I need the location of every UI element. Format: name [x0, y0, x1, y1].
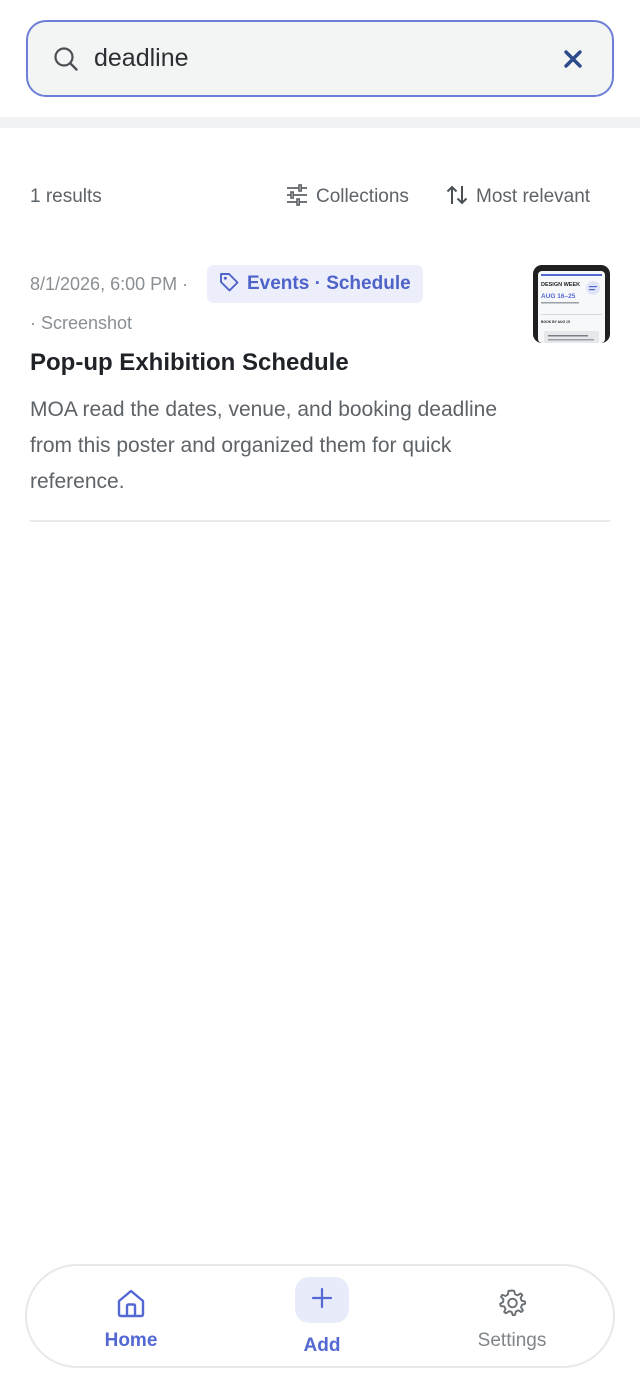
collections-label: Collections: [316, 186, 409, 207]
result-divider: [30, 520, 610, 522]
nav-add[interactable]: Add: [272, 1266, 372, 1366]
sliders-icon: [286, 183, 308, 211]
result-source: · Screenshot: [30, 313, 133, 333]
nav-settings-label: Settings: [477, 1330, 547, 1351]
category-tag[interactable]: Events · Schedule: [207, 265, 423, 303]
sort-arrows-icon: [446, 184, 468, 211]
nav-home-label: Home: [104, 1330, 158, 1351]
sort-label: Most relevant: [476, 186, 591, 207]
results-count: 1 results: [30, 186, 102, 207]
add-button[interactable]: [295, 1277, 349, 1323]
collections-button[interactable]: Collections: [286, 182, 409, 212]
home-icon: [114, 1286, 148, 1320]
result-title: Pop-up Exhibition Schedule: [30, 349, 349, 376]
result-date: 8/1/2026, 6:00 PM ·: [30, 274, 189, 294]
plus-icon: [311, 1287, 333, 1314]
tag-label: Events · Schedule: [247, 273, 411, 294]
thumb-book-by: BOOK BY AUG 15: [541, 320, 570, 324]
section-divider: [0, 117, 640, 128]
nav-home[interactable]: Home: [81, 1266, 181, 1366]
search-icon: [53, 46, 79, 72]
thumb-dates: AUG 16–25: [541, 293, 576, 300]
nav-add-label: Add: [303, 1335, 341, 1356]
tag-icon: [219, 272, 239, 297]
search-input[interactable]: [94, 22, 534, 95]
sort-button[interactable]: Most relevant: [446, 182, 590, 212]
nav-settings[interactable]: Settings: [462, 1266, 562, 1366]
result-item[interactable]: 8/1/2026, 6:00 PM · Events · Schedule · …: [30, 262, 610, 522]
gear-icon: [495, 1286, 529, 1320]
close-icon[interactable]: [560, 46, 586, 72]
bottom-nav: Home Add Settings: [25, 1264, 615, 1368]
result-thumbnail[interactable]: DESIGN WEEK AUG 16–25 BOOK BY AUG 15: [533, 265, 610, 343]
thumb-heading: DESIGN WEEK: [541, 282, 580, 288]
search-bar[interactable]: [26, 20, 614, 97]
result-description: MOA read the dates, venue, and booking d…: [30, 398, 498, 493]
